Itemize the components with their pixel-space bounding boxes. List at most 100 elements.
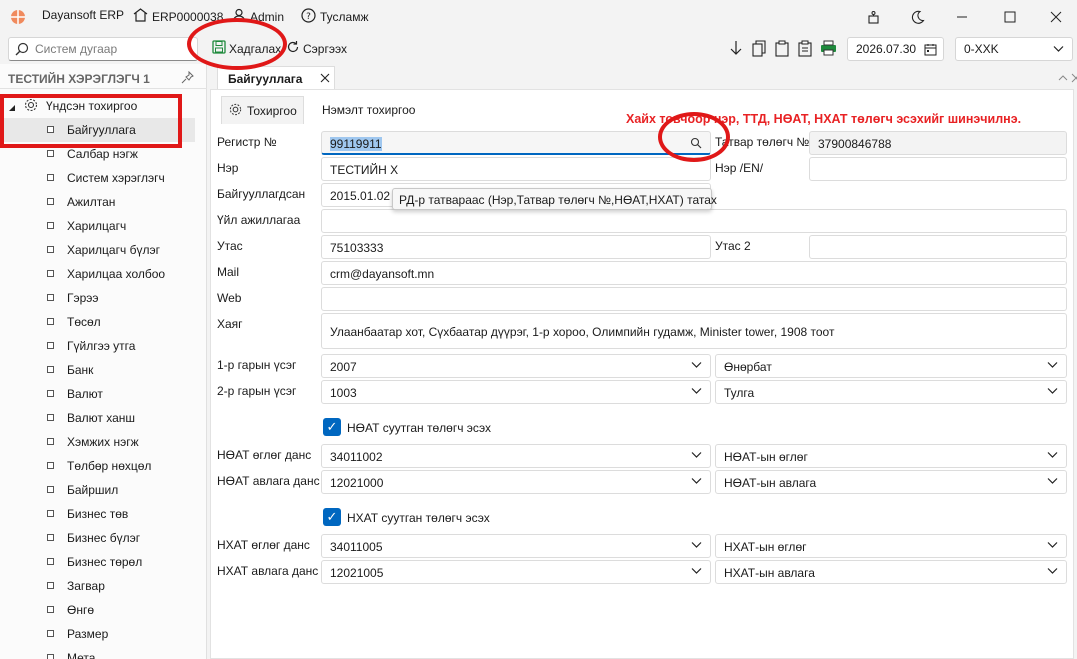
settings-gear-icon bbox=[228, 102, 243, 120]
company-icon bbox=[133, 8, 148, 25]
sidebar-item[interactable]: Төлбөр нөхцөл bbox=[0, 454, 195, 478]
help-menu[interactable]: ? Тусламж bbox=[301, 8, 368, 26]
name-field[interactable]: ТЕСТИЙН Х bbox=[321, 157, 711, 181]
vat-recv-code-value: 12021000 bbox=[330, 476, 384, 490]
refresh-icon bbox=[286, 40, 300, 57]
vat-recv-name-select[interactable]: НӨАТ-ын авлага bbox=[715, 470, 1067, 494]
sig2-name-select[interactable]: Тулга bbox=[715, 380, 1067, 404]
cit-recv-name-select[interactable]: НХАТ-ын авлага bbox=[715, 560, 1067, 584]
sidebar-item[interactable]: Харилцаа холбоо bbox=[0, 262, 195, 286]
toolbar: Хадгалах Сэргээх 2026.07.30 0-XXK bbox=[0, 34, 1077, 64]
maximize-button[interactable] bbox=[998, 6, 1022, 28]
sidebar-item[interactable]: Харилцагч бүлэг bbox=[0, 238, 195, 262]
chevron-down-icon bbox=[1047, 539, 1058, 553]
app-logo-icon bbox=[10, 9, 26, 28]
sidebar-item[interactable]: Бизнес бүлэг bbox=[0, 526, 195, 550]
sidebar-item[interactable]: Банк bbox=[0, 358, 195, 382]
name-value: ТЕСТИЙН Х bbox=[330, 163, 399, 177]
date-field[interactable]: 2026.07.30 bbox=[847, 37, 944, 61]
mail-field[interactable]: crm@dayansoft.mn bbox=[321, 261, 1067, 285]
tree-bullet-icon bbox=[47, 366, 54, 373]
sidebar-item[interactable]: Ажилтан bbox=[0, 190, 195, 214]
sig2-label: 2-р гарын үсэг bbox=[217, 384, 297, 398]
close-button[interactable] bbox=[1044, 6, 1068, 28]
vat-payable-code-select[interactable]: 34011002 bbox=[321, 444, 711, 468]
name-label: Нэр bbox=[217, 161, 239, 175]
calendar-icon[interactable] bbox=[924, 43, 937, 59]
sidebar-item[interactable]: Хэмжих нэгж bbox=[0, 430, 195, 454]
chevron-down-icon bbox=[691, 385, 702, 399]
date-value: 2026.07.30 bbox=[856, 42, 917, 56]
pin-icon[interactable] bbox=[181, 70, 194, 87]
copy-icon[interactable] bbox=[752, 40, 767, 60]
refresh-button[interactable]: Сэргээх bbox=[286, 40, 347, 57]
chevron-down-icon bbox=[691, 539, 702, 553]
sidebar-item[interactable]: Мета bbox=[0, 646, 195, 659]
sidebar-item[interactable]: Гүйлгээ утга bbox=[0, 334, 195, 358]
clipboard-icon[interactable] bbox=[798, 40, 813, 60]
vat-recv-code-select[interactable]: 12021000 bbox=[321, 470, 711, 494]
tree-bullet-icon bbox=[47, 174, 54, 181]
vat-recv-label: НӨАТ авлага данс bbox=[217, 474, 320, 488]
settings-panel: Тохиргоо Нэмэлт тохиргоо Хайх товчоор нэ… bbox=[210, 89, 1074, 659]
web-field[interactable] bbox=[321, 287, 1067, 311]
paste-icon[interactable] bbox=[775, 40, 790, 60]
cit-payable-code-select[interactable]: 34011005 bbox=[321, 534, 711, 558]
activity-field[interactable] bbox=[321, 209, 1067, 233]
chevron-up-icon[interactable] bbox=[1058, 72, 1068, 86]
sidebar-item[interactable]: Валют bbox=[0, 382, 195, 406]
sidebar-item[interactable]: Систем хэрэглэгч bbox=[0, 166, 195, 190]
sidebar-item-label: Гэрээ bbox=[67, 291, 99, 305]
refresh-label: Сэргээх bbox=[303, 41, 347, 56]
sig1-name-select[interactable]: Өнөрбат bbox=[715, 354, 1067, 378]
sidebar-item[interactable]: Бизнес төрөл bbox=[0, 550, 195, 574]
sidebar-item[interactable]: Размер bbox=[0, 622, 195, 646]
tree-bullet-icon bbox=[47, 198, 54, 205]
period-value: 0-XXK bbox=[964, 42, 999, 56]
annotation-red-box-sidebar bbox=[0, 94, 182, 148]
sidebar-item[interactable]: Өнгө bbox=[0, 598, 195, 622]
system-number-search[interactable] bbox=[8, 37, 198, 61]
tab-settings[interactable]: Тохиргоо bbox=[221, 96, 304, 124]
cit-payable-name-value: НХАТ-ын өглөг bbox=[724, 540, 807, 554]
cit-checkbox[interactable]: ✓ bbox=[323, 508, 341, 526]
period-select[interactable]: 0-XXK bbox=[955, 37, 1073, 61]
sidebar-item-label: Өнгө bbox=[67, 603, 95, 617]
panel-close-icon[interactable] bbox=[1071, 72, 1077, 86]
phone2-label: Утас 2 bbox=[715, 239, 751, 253]
sidebar-item[interactable]: Валют ханш bbox=[0, 406, 195, 430]
sidebar-item[interactable]: Загвар bbox=[0, 574, 195, 598]
download-icon[interactable] bbox=[729, 40, 743, 60]
search-input[interactable] bbox=[35, 41, 190, 57]
sidebar-item-label: Систем хэрэглэгч bbox=[67, 171, 165, 185]
cit-payable-name-select[interactable]: НХАТ-ын өглөг bbox=[715, 534, 1067, 558]
address-value: Улаанбаатар хот, Сүхбаатар дүүрэг, 1-р х… bbox=[330, 325, 835, 339]
phone2-field[interactable] bbox=[809, 235, 1067, 259]
tab-additional-settings[interactable]: Нэмэлт тохиргоо bbox=[316, 96, 421, 124]
vat-payable-name-select[interactable]: НӨАТ-ын өглөг bbox=[715, 444, 1067, 468]
robot-icon[interactable] bbox=[861, 6, 885, 28]
close-tab-icon[interactable] bbox=[320, 70, 330, 87]
sig2-code-select[interactable]: 1003 bbox=[321, 380, 711, 404]
sidebar-item-label: Бизнес бүлэг bbox=[67, 531, 141, 545]
sidebar-item[interactable]: Бизнес төв bbox=[0, 502, 195, 526]
address-field[interactable]: Улаанбаатар хот, Сүхбаатар дүүрэг, 1-р х… bbox=[321, 313, 1067, 349]
minimize-button[interactable] bbox=[950, 6, 974, 28]
vat-checkbox[interactable]: ✓ bbox=[323, 418, 341, 436]
theme-moon-icon[interactable] bbox=[906, 6, 930, 28]
sig1-code-select[interactable]: 2007 bbox=[321, 354, 711, 378]
sidebar-item[interactable]: Гэрээ bbox=[0, 286, 195, 310]
print-icon[interactable] bbox=[820, 40, 837, 59]
sidebar-item[interactable]: Төсөл bbox=[0, 310, 195, 334]
register-label: Регистр № bbox=[217, 135, 277, 149]
phone-field[interactable]: 75103333 bbox=[321, 235, 711, 259]
fetch-tooltip: РД-р татвараас (Нэр,Татвар төлөгч №,НӨАТ… bbox=[392, 188, 717, 210]
sidebar-item[interactable]: Байршил bbox=[0, 478, 195, 502]
address-label: Хаяг bbox=[217, 317, 243, 331]
sidebar-item[interactable]: Харилцагч bbox=[0, 214, 195, 238]
tax-no-field[interactable]: 37900846788 bbox=[809, 131, 1067, 155]
name-en-field[interactable] bbox=[809, 157, 1067, 181]
register-field[interactable]: 99119911 bbox=[321, 131, 711, 155]
sidebar-item-label: Төсөл bbox=[67, 315, 101, 329]
cit-recv-code-select[interactable]: 12021005 bbox=[321, 560, 711, 584]
